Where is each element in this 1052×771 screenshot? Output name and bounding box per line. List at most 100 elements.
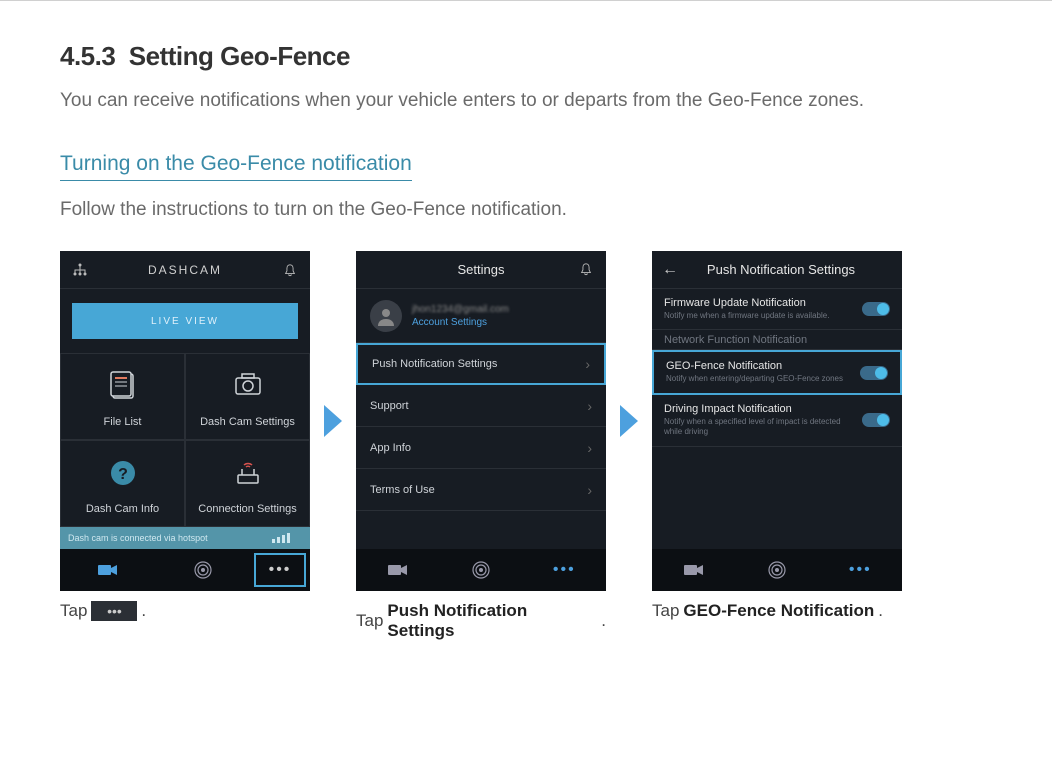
row-subtitle: Notify when entering/departing GEO-Fence…: [666, 374, 843, 384]
nav-more-button[interactable]: •••: [523, 549, 606, 591]
row-firmware-update-notification[interactable]: Firmware Update Notification Notify me w…: [652, 289, 902, 330]
caption-text: Tap: [356, 611, 383, 631]
row-label: Support: [370, 400, 409, 412]
screenshot-push-notification-settings: ← Push Notification Settings Firmware Up…: [652, 251, 902, 591]
chevron-right-icon: ›: [587, 440, 592, 456]
tile-label: Dash Cam Info: [86, 503, 159, 515]
nav-more-button-highlighted[interactable]: •••: [254, 553, 306, 587]
section-title: Setting Geo-Fence: [129, 41, 350, 71]
section-number: 4.5.3: [60, 41, 115, 71]
step-arrow-icon: [324, 405, 342, 437]
screenshot-dashcam-home: DASHCAM LIVE VIEW File List Dash C: [60, 251, 310, 591]
account-texts: jhon1234@gmail.com Account Settings: [412, 304, 509, 328]
tile-label: Dash Cam Settings: [200, 416, 295, 428]
row-title: GEO-Fence Notification: [666, 360, 843, 372]
caption-text: .: [601, 611, 606, 631]
caption-text: Tap: [652, 601, 679, 621]
nav-broadcast-icon[interactable]: [735, 549, 818, 591]
caption-text: .: [878, 601, 883, 621]
caption-bold: GEO-Fence Notification: [683, 601, 874, 621]
intro-paragraph: You can receive notifications when your …: [60, 90, 992, 112]
row-subtitle: Notify when a specified level of impact …: [664, 417, 854, 438]
chevron-right-icon: ›: [587, 398, 592, 414]
empty-space: [652, 447, 902, 549]
row-geo-fence-notification-highlighted[interactable]: GEO-Fence Notification Notify when enter…: [652, 350, 902, 394]
account-email-blurred: jhon1234@gmail.com: [412, 304, 509, 315]
camera-gear-icon: [228, 366, 268, 406]
row-label: Terms of Use: [370, 484, 435, 496]
more-dots-icon: •••: [849, 561, 872, 579]
nav-camera-icon[interactable]: [356, 549, 439, 591]
chevron-right-icon: ›: [587, 482, 592, 498]
empty-space: [356, 511, 606, 549]
tile-label: File List: [104, 416, 142, 428]
nav-more-button[interactable]: •••: [819, 549, 902, 591]
more-icon-chip: •••: [91, 601, 137, 621]
bell-icon[interactable]: [578, 261, 594, 277]
nav-camera-icon[interactable]: [652, 549, 735, 591]
caption-text: .: [141, 601, 146, 621]
home-grid: File List Dash Cam Settings ? Dash Cam I…: [60, 353, 310, 527]
more-dots-icon: •••: [553, 561, 576, 579]
instruction-paragraph: Follow the instructions to turn on the G…: [60, 199, 992, 221]
row-title: Driving Impact Notification: [664, 403, 854, 415]
row-app-info[interactable]: App Info ›: [356, 427, 606, 469]
chevron-right-icon: ›: [585, 356, 590, 372]
toggle-on[interactable]: [862, 302, 890, 316]
avatar-icon: [370, 300, 402, 332]
topbar: ← Push Notification Settings: [652, 251, 902, 289]
tile-file-list[interactable]: File List: [60, 353, 185, 440]
row-subtitle: Notify me when a firmware update is avai…: [664, 311, 829, 321]
file-list-icon: [103, 366, 143, 406]
tile-dashcam-info[interactable]: ? Dash Cam Info: [60, 440, 185, 527]
svg-text:?: ?: [118, 466, 128, 483]
row-label: App Info: [370, 442, 411, 454]
page-top-rule: [0, 0, 1052, 1]
bottom-nav: •••: [60, 549, 310, 591]
document-container: 4.5.3 Setting Geo-Fence You can receive …: [0, 41, 1052, 681]
status-text: Dash cam is connected via hotspot: [68, 533, 208, 543]
toggle-on[interactable]: [860, 366, 888, 380]
sub-heading: Turning on the Geo-Fence notification: [60, 152, 412, 181]
push-settings-title: Push Notification Settings: [670, 262, 892, 277]
more-dots-icon: •••: [269, 561, 292, 579]
bottom-nav: •••: [356, 549, 606, 591]
toggle-on[interactable]: [862, 413, 890, 427]
section-heading: 4.5.3 Setting Geo-Fence: [60, 41, 992, 72]
nav-camera-icon[interactable]: [60, 549, 155, 591]
row-terms-of-use[interactable]: Terms of Use ›: [356, 469, 606, 511]
tile-label: Connection Settings: [198, 503, 296, 515]
nav-broadcast-icon[interactable]: [155, 549, 250, 591]
row-label: Push Notification Settings: [372, 358, 497, 370]
row-driving-impact-notification[interactable]: Driving Impact Notification Notify when …: [652, 395, 902, 447]
app-title: DASHCAM: [148, 263, 222, 277]
tile-dashcam-settings[interactable]: Dash Cam Settings: [185, 353, 310, 440]
router-icon: [228, 453, 268, 493]
caption-step-1: Tap ••• .: [60, 601, 310, 621]
nav-broadcast-icon[interactable]: [439, 549, 522, 591]
account-row[interactable]: jhon1234@gmail.com Account Settings: [356, 289, 606, 343]
row-support[interactable]: Support ›: [356, 385, 606, 427]
screenshots-row: DASHCAM LIVE VIEW File List Dash C: [60, 251, 992, 591]
topbar: DASHCAM: [60, 251, 310, 289]
row-network-function-notification-cutoff[interactable]: Network Function Notification: [652, 330, 902, 350]
tile-connection-settings[interactable]: Connection Settings: [185, 440, 310, 527]
topbar: Settings: [356, 251, 606, 289]
settings-title: Settings: [458, 262, 505, 277]
caption-bold: Push Notification Settings: [387, 601, 597, 641]
account-settings-link[interactable]: Account Settings: [412, 317, 509, 328]
info-icon: ?: [103, 453, 143, 493]
network-tree-icon[interactable]: [72, 262, 88, 278]
caption-step-3: Tap GEO-Fence Notification.: [652, 601, 902, 621]
caption-text: Tap: [60, 601, 87, 621]
bell-icon[interactable]: [282, 262, 298, 278]
row-title: Network Function Notification: [664, 334, 807, 346]
row-title: Firmware Update Notification: [664, 297, 829, 309]
signal-icon: [272, 533, 302, 543]
live-view-button[interactable]: LIVE VIEW: [72, 303, 298, 339]
screenshot-settings: Settings jhon1234@gmail.com Account Sett…: [356, 251, 606, 591]
step-arrow-icon: [620, 405, 638, 437]
connection-status-banner: Dash cam is connected via hotspot: [60, 527, 310, 549]
row-push-notification-settings-highlighted[interactable]: Push Notification Settings ›: [356, 343, 606, 385]
caption-step-2: Tap Push Notification Settings.: [356, 601, 606, 641]
